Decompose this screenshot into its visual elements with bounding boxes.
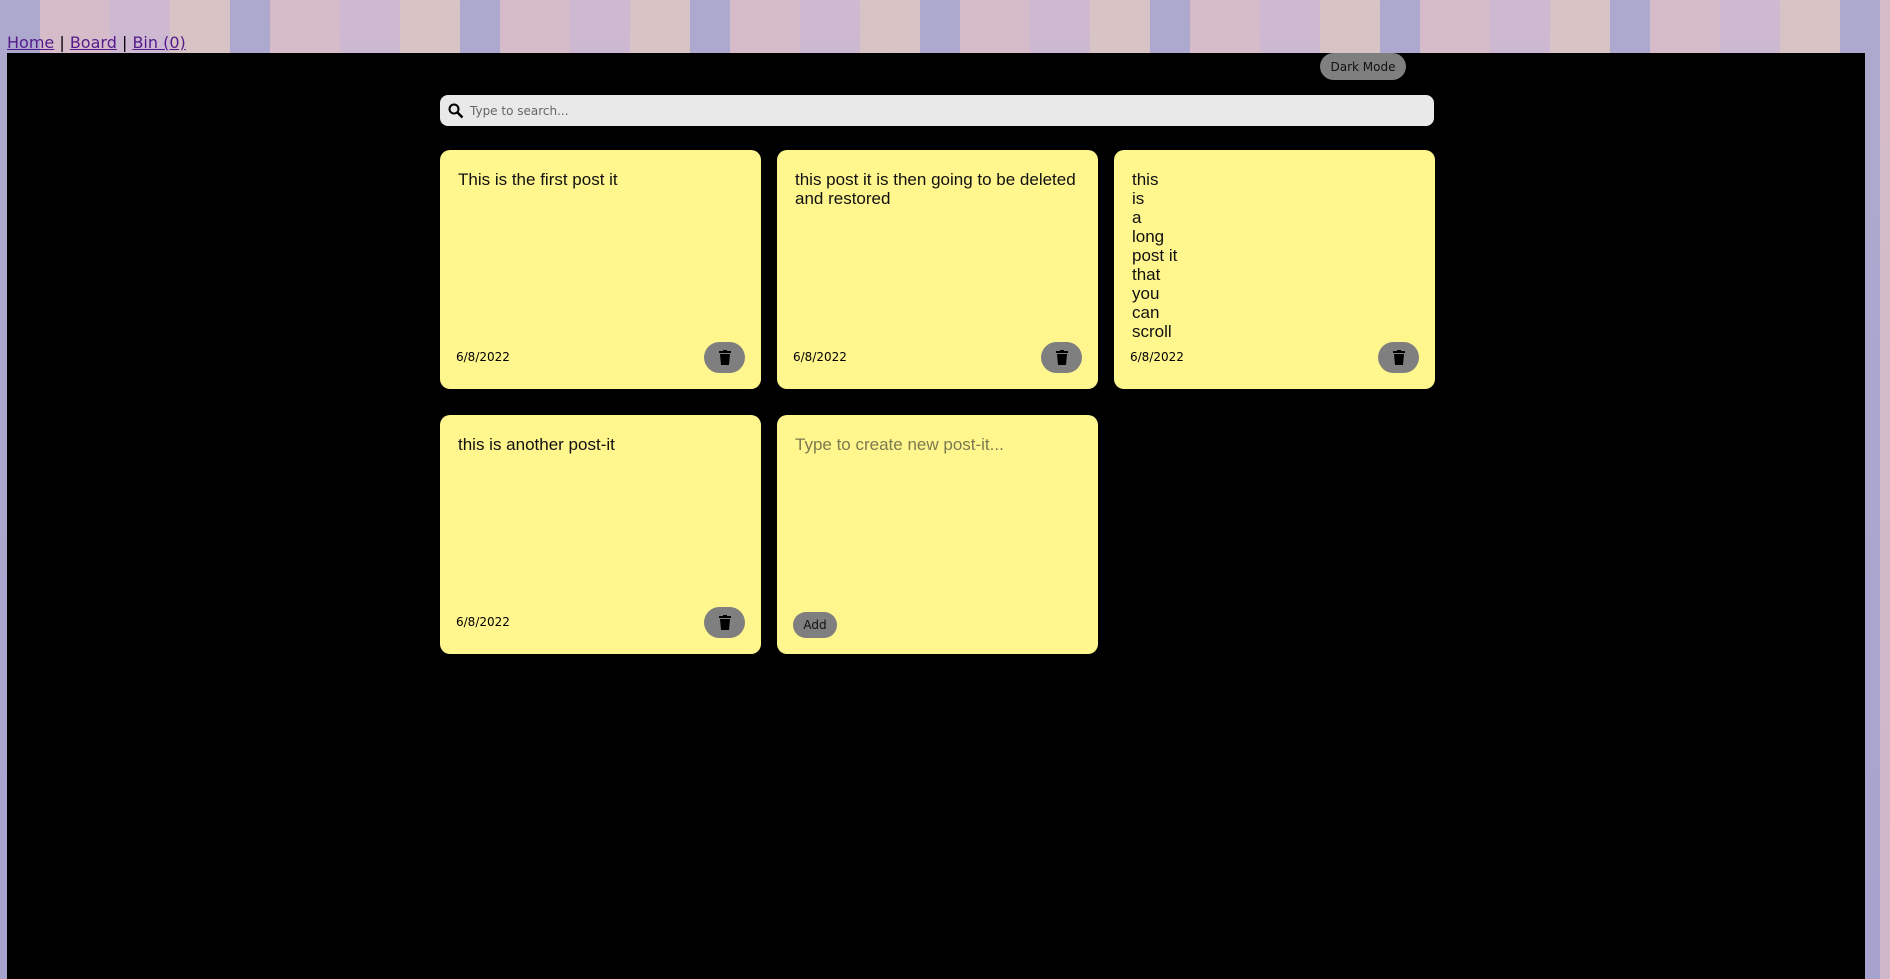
note-card: this is another post-it 6/8/2022 bbox=[440, 415, 761, 654]
delete-button[interactable] bbox=[704, 342, 745, 373]
delete-button[interactable] bbox=[704, 607, 745, 638]
note-card: this post it is then going to be deleted… bbox=[777, 150, 1098, 389]
top-nav: Home | Board | Bin (0) bbox=[7, 33, 186, 52]
note-card: this is a long post it that you can scro… bbox=[1114, 150, 1435, 389]
search-input[interactable] bbox=[468, 102, 1372, 119]
search-icon bbox=[448, 103, 464, 118]
trash-icon bbox=[718, 615, 731, 630]
search-bar bbox=[440, 95, 1434, 126]
nav-home-link[interactable]: Home bbox=[7, 33, 54, 52]
dark-mode-button[interactable]: Dark Mode bbox=[1320, 53, 1406, 80]
note-text: this is a long post it that you can scro… bbox=[1132, 170, 1178, 339]
note-text: This is the first post it bbox=[458, 170, 618, 189]
add-note-button[interactable]: Add bbox=[793, 612, 837, 638]
nav-separator: | bbox=[121, 33, 128, 52]
note-text: this is another post-it bbox=[458, 435, 615, 454]
new-note-input[interactable] bbox=[795, 435, 1075, 585]
note-date: 6/8/2022 bbox=[456, 350, 510, 364]
new-note-card: Add bbox=[777, 415, 1098, 654]
nav-separator: | bbox=[59, 33, 65, 52]
note-date: 6/8/2022 bbox=[1130, 350, 1184, 364]
note-date: 6/8/2022 bbox=[793, 350, 847, 364]
note-card: This is the first post it 6/8/2022 bbox=[440, 150, 761, 389]
note-text: this post it is then going to be deleted… bbox=[795, 170, 1076, 208]
nav-board-link[interactable]: Board bbox=[70, 33, 117, 52]
delete-button[interactable] bbox=[1378, 342, 1419, 373]
delete-button[interactable] bbox=[1041, 342, 1082, 373]
trash-icon bbox=[1392, 350, 1405, 365]
trash-icon bbox=[718, 350, 731, 365]
trash-icon bbox=[1055, 350, 1068, 365]
nav-bin-link[interactable]: Bin (0) bbox=[132, 33, 185, 52]
board-panel: Dark Mode This is the first post it 6/8/… bbox=[7, 53, 1865, 979]
note-date: 6/8/2022 bbox=[456, 615, 510, 629]
